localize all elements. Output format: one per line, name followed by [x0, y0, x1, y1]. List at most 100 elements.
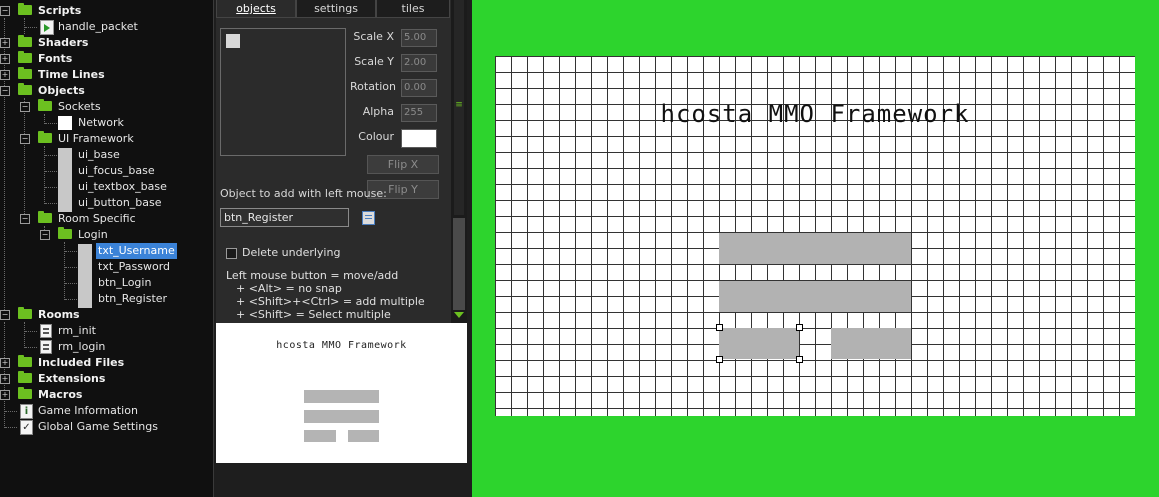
btn-register-instance[interactable]: [719, 328, 799, 359]
delete-underlying-checkbox[interactable]: [226, 248, 237, 259]
room-grid[interactable]: hcosta MMO Framework: [495, 56, 1135, 416]
folder-icon: [18, 371, 32, 383]
tree-item-btn-register[interactable]: btn_Register: [0, 291, 213, 308]
tree-item-time-lines[interactable]: + Time Lines: [0, 67, 213, 83]
selection-handle[interactable]: [796, 356, 803, 363]
tree-label: Game Information: [38, 404, 138, 417]
tab-settings[interactable]: settings: [296, 0, 376, 18]
tree-item-txt-username[interactable]: txt_Username: [0, 243, 213, 260]
collapse-icon[interactable]: −: [0, 310, 10, 320]
tree-item-fonts[interactable]: + Fonts: [0, 51, 213, 67]
tree-item-macros[interactable]: + Macros: [0, 387, 213, 403]
txt-password-instance[interactable]: [719, 281, 911, 312]
tree-item-global-game-settings[interactable]: ✓ Global Game Settings: [0, 419, 213, 435]
object-sprite-icon: [58, 148, 72, 164]
rotation-field[interactable]: 0.00: [401, 79, 437, 97]
grip-icon[interactable]: ≡: [454, 100, 464, 110]
folder-icon: [38, 211, 52, 223]
tab-tiles[interactable]: tiles: [376, 0, 450, 18]
tree-label: ui_textbox_base: [78, 180, 167, 193]
folder-icon: [58, 227, 72, 239]
script-icon: [40, 20, 54, 35]
folder-icon: [18, 355, 32, 367]
expand-icon[interactable]: +: [0, 70, 10, 80]
tree-label: Network: [78, 116, 124, 129]
tree-label: UI Framework: [58, 132, 134, 145]
browse-object-icon[interactable]: [362, 211, 375, 225]
scrollbar-thumb[interactable]: [453, 218, 465, 310]
selection-handle[interactable]: [716, 324, 723, 331]
folder-icon: [18, 67, 32, 79]
tree-label: handle_packet: [58, 20, 138, 33]
tree-item-txt-password[interactable]: txt_Password: [0, 259, 213, 276]
object-to-add-label: Object to add with left mouse:: [220, 187, 387, 200]
tree-label: ui_button_base: [78, 196, 162, 209]
tree-item-game-information[interactable]: i Game Information: [0, 403, 213, 419]
object-sprite-icon: [58, 196, 72, 212]
colour-label: Colour: [358, 130, 394, 143]
tree-item-ui-textbox-base[interactable]: ui_textbox_base: [0, 179, 213, 196]
collapse-icon[interactable]: −: [20, 214, 30, 224]
room-icon: [40, 340, 52, 354]
expand-icon[interactable]: +: [0, 390, 10, 400]
tree-item-shaders[interactable]: + Shaders: [0, 35, 213, 51]
expand-icon[interactable]: +: [0, 358, 10, 368]
tree-item-ui-framework[interactable]: − UI Framework: [0, 131, 213, 147]
tree-label: btn_Login: [98, 276, 152, 289]
tree-item-rm-init[interactable]: rm_init: [0, 323, 213, 339]
tree-label: Fonts: [38, 52, 73, 65]
tree-item-sockets[interactable]: − Sockets: [0, 99, 213, 115]
tree-item-network[interactable]: Network: [0, 115, 213, 131]
expand-icon[interactable]: +: [0, 54, 10, 64]
object-sprite-icon: [58, 164, 72, 180]
tree-item-btn-login[interactable]: btn_Login: [0, 275, 213, 292]
collapse-icon[interactable]: −: [0, 6, 10, 16]
selection-handle[interactable]: [716, 356, 723, 363]
btn-login-instance[interactable]: [831, 328, 911, 359]
txt-username-instance[interactable]: [719, 233, 911, 264]
colour-swatch[interactable]: [401, 129, 437, 148]
alpha-field[interactable]: 255: [401, 104, 437, 122]
tree-item-objects[interactable]: − Objects: [0, 83, 213, 99]
tree-item-rooms[interactable]: − Rooms: [0, 307, 213, 323]
tree-item-scripts[interactable]: − Scripts: [0, 3, 213, 19]
tree-item-room-specific[interactable]: − Room Specific: [0, 211, 213, 227]
tree-item-ui-button-base[interactable]: ui_button_base: [0, 195, 213, 212]
object-sprite-icon: [58, 116, 72, 130]
room-minimap[interactable]: hcosta MMO Framework: [216, 323, 467, 463]
tab-objects[interactable]: objects: [216, 0, 296, 18]
object-panel: objects settings tiles Scale X 5.00 Scal…: [216, 0, 451, 323]
tree-label: rm_login: [58, 340, 106, 353]
checkmark-icon: ✓: [20, 420, 33, 435]
tree-item-ui-base[interactable]: ui_base: [0, 147, 213, 164]
scale-y-field[interactable]: 2.00: [401, 54, 437, 72]
collapse-icon[interactable]: −: [0, 86, 10, 96]
tree-item-rm-login[interactable]: rm_login: [0, 339, 213, 355]
collapse-icon[interactable]: −: [20, 102, 30, 112]
tree-label: txt_Password: [98, 260, 171, 273]
tree-label: Global Game Settings: [38, 420, 158, 433]
expand-icon[interactable]: +: [0, 374, 10, 384]
room-editor[interactable]: hcosta MMO Framework: [472, 0, 1159, 497]
tree-item-included-files[interactable]: + Included Files: [0, 355, 213, 371]
tree-item-handle-packet[interactable]: handle_packet: [0, 19, 213, 35]
object-select-field[interactable]: btn_Register: [220, 208, 349, 227]
tree-item-extensions[interactable]: + Extensions: [0, 371, 213, 387]
folder-icon: [18, 387, 32, 399]
tree-item-ui-focus-base[interactable]: ui_focus_base: [0, 163, 213, 180]
scale-x-field[interactable]: 5.00: [401, 29, 437, 47]
alpha-label: Alpha: [362, 105, 394, 118]
folder-icon: [38, 131, 52, 143]
tree-item-login[interactable]: − Login: [0, 227, 213, 243]
tree-label: Macros: [38, 388, 83, 401]
help-text-3: + <Shift>+<Ctrl> = add multiple: [236, 295, 425, 308]
expand-icon[interactable]: +: [0, 38, 10, 48]
info-icon: i: [20, 404, 33, 419]
selection-handle[interactable]: [796, 324, 803, 331]
collapse-icon[interactable]: −: [40, 230, 50, 240]
collapse-icon[interactable]: −: [20, 134, 30, 144]
flip-x-button[interactable]: Flip X: [367, 155, 439, 174]
scale-x-label: Scale X: [353, 30, 394, 43]
scroll-down-icon[interactable]: [454, 312, 464, 318]
panel-scrollbar[interactable]: ≡: [451, 0, 467, 323]
